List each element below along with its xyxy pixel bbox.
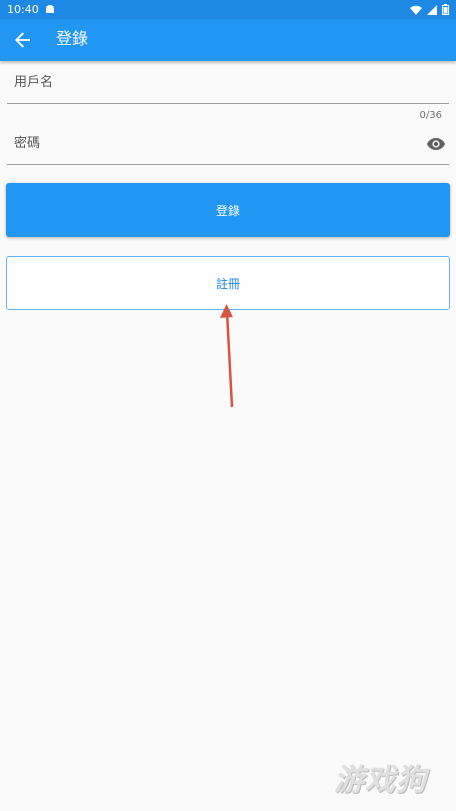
watermark-logo: 游戏狗 xyxy=(334,763,427,798)
annotation-arrow xyxy=(220,304,234,408)
